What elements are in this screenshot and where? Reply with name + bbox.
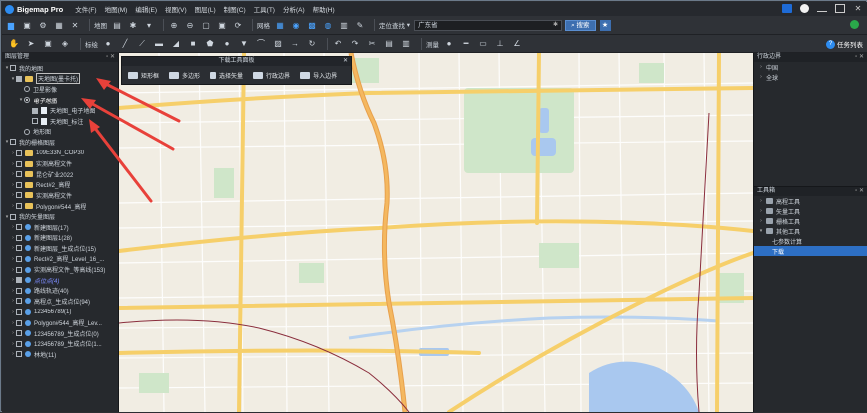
boundary-item-label: 中国 bbox=[766, 65, 779, 72]
admin-boundary-button[interactable]: 行政边界 bbox=[253, 71, 290, 80]
select-vector-button[interactable]: 选择矢量 bbox=[210, 71, 243, 80]
expand-icon[interactable]: › bbox=[758, 198, 764, 204]
toolbox-seven-param[interactable]: 七参数计算 bbox=[754, 236, 867, 246]
toolbox-panel: 工具箱 ▫ ✕ › 高程工具 › 矢量工具 › 栅格工具 ▾ 其他工具 七参数计… bbox=[753, 186, 867, 412]
toolbox-header: 工具箱 ▫ ✕ bbox=[754, 187, 867, 196]
boundary-item-china[interactable]: › 中国 bbox=[754, 62, 867, 72]
rectangle-tool-label: 矩形框 bbox=[141, 74, 160, 80]
boundary-item-global[interactable]: › 全球 bbox=[754, 72, 867, 82]
download-panel-title: 下载工具面板 bbox=[218, 58, 255, 64]
select-vector-label: 选择矢量 bbox=[219, 74, 244, 80]
admin-boundary-header: 行政边界 ▫ ✕ bbox=[754, 53, 867, 62]
elevation-tool-icon bbox=[766, 198, 773, 204]
expand-icon[interactable]: › bbox=[758, 64, 764, 70]
toolbox-vector[interactable]: › 矢量工具 bbox=[754, 206, 867, 216]
toolbox-item-label: 高程工具 bbox=[776, 199, 801, 206]
folder-import-icon bbox=[300, 72, 311, 79]
toolbox-raster[interactable]: › 栅格工具 bbox=[754, 216, 867, 226]
boundary-item-label: 全球 bbox=[766, 75, 779, 82]
download-panel-header: 下载工具面板 ✕ bbox=[122, 57, 351, 66]
polygon-tool-label: 多边形 bbox=[182, 74, 201, 80]
boundary-icon bbox=[253, 72, 264, 79]
polygon-icon bbox=[169, 72, 180, 79]
app-window: Bigemap Pro 文件(F) 地图(M) 编辑(E) 视图(V) 图层(L… bbox=[0, 0, 867, 412]
toolbox-item-label: 其他工具 bbox=[776, 229, 801, 236]
toolbox-title: 工具箱 bbox=[757, 188, 776, 194]
panel-controls-icon[interactable]: ▫ ✕ bbox=[855, 187, 864, 196]
toolbox-subitem-label: 七参数计算 bbox=[772, 239, 803, 246]
collapse-icon[interactable]: ▾ bbox=[758, 228, 764, 234]
expand-icon[interactable]: › bbox=[758, 74, 764, 80]
polygon-tool-button[interactable]: 多边形 bbox=[169, 71, 200, 80]
toolbox-download[interactable]: 下载 bbox=[754, 246, 867, 256]
import-boundary-label: 导入边界 bbox=[313, 74, 338, 80]
toolbox-elevation[interactable]: › 高程工具 bbox=[754, 196, 867, 206]
close-icon[interactable]: ✕ bbox=[343, 57, 348, 66]
rectangle-icon bbox=[128, 72, 138, 79]
toolbox-item-label: 矢量工具 bbox=[776, 209, 801, 216]
other-tool-icon bbox=[766, 228, 773, 234]
admin-boundary-panel: 行政边界 ▫ ✕ › 中国 › 全球 bbox=[753, 53, 867, 186]
rectangle-tool-button[interactable]: 矩形框 bbox=[128, 71, 159, 80]
download-tool-panel: 下载工具面板 ✕ 矩形框 多边形 选择矢量 行政边界 导入边界 bbox=[121, 56, 352, 85]
admin-boundary-label: 行政边界 bbox=[266, 74, 291, 80]
toolbox-other[interactable]: ▾ 其他工具 bbox=[754, 226, 867, 236]
vector-tool-icon bbox=[766, 208, 773, 214]
toolbox-item-label: 栅格工具 bbox=[776, 219, 801, 226]
import-boundary-button[interactable]: 导入边界 bbox=[300, 71, 337, 80]
expand-icon[interactable]: › bbox=[758, 208, 764, 214]
panel-controls-icon[interactable]: ▫ ✕ bbox=[855, 53, 864, 62]
raster-tool-icon bbox=[766, 218, 773, 224]
toolbox-subitem-label: 下载 bbox=[772, 249, 785, 256]
admin-boundary-title: 行政边界 bbox=[757, 54, 782, 60]
expand-icon[interactable]: › bbox=[758, 218, 764, 224]
cursor-icon bbox=[210, 72, 217, 79]
